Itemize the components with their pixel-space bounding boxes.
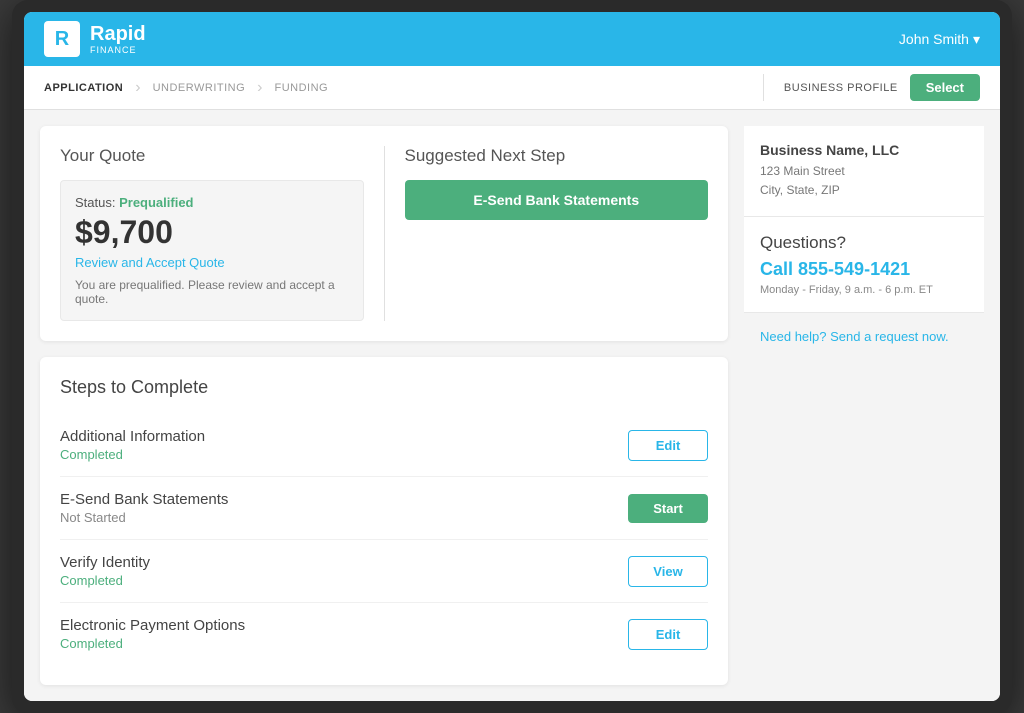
step-btn-payment-options[interactable]: Edit: [628, 619, 708, 650]
step-status-verify-identity: Completed: [60, 573, 150, 588]
business-profile-label: Business Profile: [784, 82, 898, 94]
hours-text: Monday - Friday, 9 a.m. - 6 p.m. ET: [760, 284, 968, 296]
step-name-additional-info: Additional Information: [60, 428, 205, 445]
breadcrumb-arrow-1: ›: [135, 79, 140, 97]
steps-title: Steps to Complete: [60, 377, 708, 398]
user-menu[interactable]: John Smith ▾: [899, 31, 980, 48]
business-profile-nav: Business Profile Select: [763, 74, 980, 101]
quote-amount: $9,700: [75, 214, 349, 251]
business-name: Business Name, LLC: [760, 142, 968, 158]
step-info-verify-identity: Verify Identity Completed: [60, 554, 150, 588]
quote-desc: You are prequalified. Please review and …: [75, 278, 349, 306]
status-value: Prequalified: [119, 195, 193, 210]
step-btn-verify-identity[interactable]: View: [628, 556, 708, 587]
quote-card: Your Quote Status: Prequalified $9,700 R…: [40, 126, 728, 341]
quote-left: Your Quote Status: Prequalified $9,700 R…: [60, 146, 364, 321]
status-line: Status: Prequalified: [75, 195, 349, 210]
step-item-additional-info: Additional Information Completed Edit: [60, 414, 708, 477]
step-btn-esend[interactable]: Start: [628, 494, 708, 523]
esend-bank-statements-button[interactable]: E-Send Bank Statements: [405, 180, 709, 220]
address-line2: City, State, ZIP: [760, 183, 840, 197]
brand-sub: Finance: [90, 45, 146, 55]
business-address: 123 Main Street City, State, ZIP: [760, 162, 968, 200]
review-accept-link[interactable]: Review and Accept Quote: [75, 255, 349, 270]
step-name-payment-options: Electronic Payment Options: [60, 617, 245, 634]
status-label: Status:: [75, 195, 115, 210]
breadcrumb-arrow-2: ›: [257, 79, 262, 97]
step-status-additional-info: Completed: [60, 447, 205, 462]
steps-card: Steps to Complete Additional Information…: [40, 357, 728, 685]
breadcrumb-nav: Application › Underwriting › Funding Bus…: [24, 66, 1000, 110]
logo-text: Rapid Finance: [90, 23, 146, 55]
step-name-esend: E-Send Bank Statements: [60, 491, 228, 508]
user-name: John Smith: [899, 31, 969, 47]
help-link[interactable]: Need help? Send a request now.: [744, 313, 984, 360]
breadcrumb-step-funding[interactable]: Funding: [274, 82, 328, 94]
left-panel: Your Quote Status: Prequalified $9,700 R…: [40, 126, 728, 685]
suggested-next-title: Suggested Next Step: [405, 146, 709, 166]
right-sidebar: Business Name, LLC 123 Main Street City,…: [744, 126, 984, 685]
logo-area: R Rapid Finance: [44, 21, 146, 57]
step-item-verify-identity: Verify Identity Completed View: [60, 540, 708, 603]
step-status-esend: Not Started: [60, 510, 228, 525]
logo-icon: R: [44, 21, 80, 57]
step-name-verify-identity: Verify Identity: [60, 554, 150, 571]
quote-two-col: Your Quote Status: Prequalified $9,700 R…: [60, 146, 708, 321]
breadcrumb-steps: Application › Underwriting › Funding: [44, 79, 763, 97]
main-content: Your Quote Status: Prequalified $9,700 R…: [24, 110, 1000, 701]
step-item-payment-options: Electronic Payment Options Completed Edi…: [60, 603, 708, 665]
step-info-esend: E-Send Bank Statements Not Started: [60, 491, 228, 525]
chevron-down-icon: ▾: [973, 31, 980, 48]
quote-right: Suggested Next Step E-Send Bank Statemen…: [384, 146, 709, 321]
step-status-payment-options: Completed: [60, 636, 245, 651]
breadcrumb-step-underwriting[interactable]: Underwriting: [153, 82, 246, 94]
app-header: R Rapid Finance John Smith ▾: [24, 12, 1000, 66]
breadcrumb-step-application[interactable]: Application: [44, 82, 123, 94]
sidebar-business-card: Business Name, LLC 123 Main Street City,…: [744, 126, 984, 217]
device-frame: R Rapid Finance John Smith ▾ Application…: [12, 0, 1012, 713]
step-item-esend: E-Send Bank Statements Not Started Start: [60, 477, 708, 540]
quote-box: Status: Prequalified $9,700 Review and A…: [60, 180, 364, 321]
step-info-payment-options: Electronic Payment Options Completed: [60, 617, 245, 651]
select-button[interactable]: Select: [910, 74, 980, 101]
step-btn-additional-info[interactable]: Edit: [628, 430, 708, 461]
brand-name: Rapid: [90, 23, 146, 45]
your-quote-title: Your Quote: [60, 146, 364, 166]
device-inner: R Rapid Finance John Smith ▾ Application…: [24, 12, 1000, 701]
step-info-additional-info: Additional Information Completed: [60, 428, 205, 462]
questions-title: Questions?: [760, 233, 968, 253]
phone-number[interactable]: Call 855-549-1421: [760, 259, 968, 280]
sidebar-questions-card: Questions? Call 855-549-1421 Monday - Fr…: [744, 217, 984, 313]
address-line1: 123 Main Street: [760, 164, 845, 178]
